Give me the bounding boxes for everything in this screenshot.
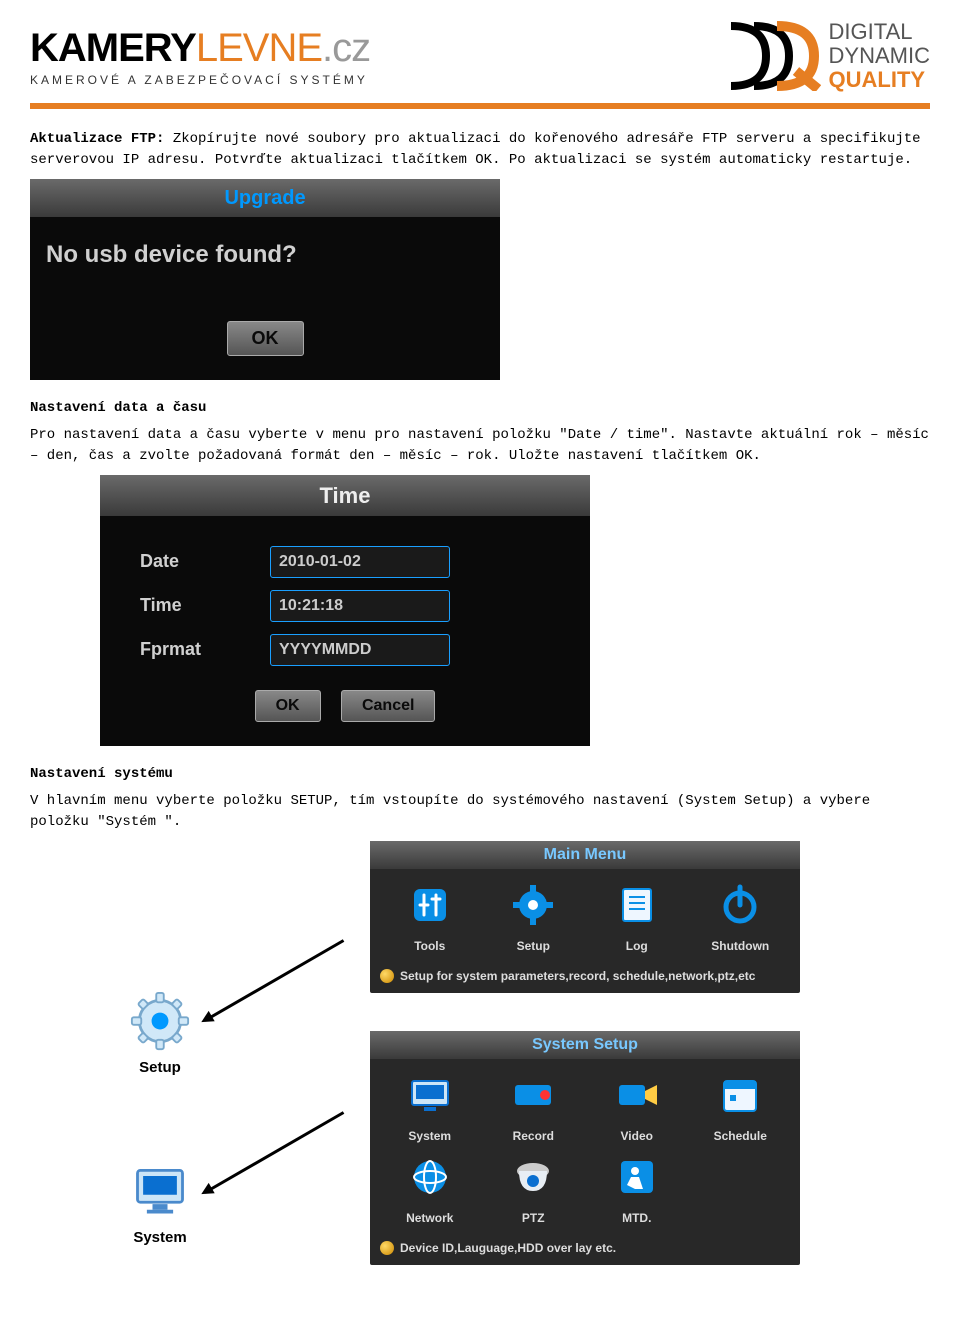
date-label: Date: [140, 548, 270, 575]
upgrade-title: Upgrade: [224, 187, 305, 209]
ddq-logo: DIGITAL DYNAMIC QUALITY: [726, 20, 930, 93]
video-icon: [613, 1071, 661, 1119]
arrow-to-setup: [204, 939, 344, 1022]
ftp-body: Zkopírujte nové soubory pro aktualizaci …: [30, 131, 921, 168]
system-setup-item-record[interactable]: Record: [493, 1071, 573, 1145]
tools-icon: [406, 881, 454, 929]
network-icon: [406, 1153, 454, 1201]
external-setup-label: Setup: [130, 1057, 190, 1080]
system-setup-item-ptz[interactable]: PTZ: [493, 1153, 573, 1227]
main-menu-item-setup[interactable]: Setup: [493, 881, 573, 955]
time-section-title: Nastavení data a času: [30, 398, 930, 419]
logo-subtitle: KAMEROVÉ A ZABEZPEČOVACÍ SYSTÉMY: [30, 73, 370, 87]
log-icon: [613, 881, 661, 929]
upgrade-dialog: Upgrade No usb device found? OK: [30, 179, 500, 380]
upgrade-ok-button[interactable]: OK: [227, 321, 304, 356]
date-input[interactable]: 2010-01-02: [270, 546, 450, 578]
gear-icon: [130, 991, 190, 1051]
system-setup-title: System Setup: [370, 1031, 800, 1059]
system-section-body: V hlavním menu vyberte položku SETUP, tí…: [30, 791, 930, 833]
monitor-icon: [406, 1071, 454, 1119]
time-dialog-screenshot: Time Date 2010-01-02 Time 10:21:18 Fprma…: [100, 475, 930, 746]
calendar-icon: [716, 1071, 764, 1119]
system-setup-item-schedule[interactable]: Schedule: [700, 1071, 780, 1145]
document-content: Aktualizace FTP: Zkopírujte nové soubory…: [0, 129, 960, 1261]
info-dot-icon: [380, 969, 394, 983]
kamerylevne-logo: KAMERYLEVNE.cz KAMEROVÉ A ZABEZPEČOVACÍ …: [30, 26, 370, 87]
motion-icon: [613, 1153, 661, 1201]
ddq-icon: [726, 21, 821, 91]
external-system-label: System: [130, 1227, 190, 1250]
logo-word-2: LEVNE: [196, 26, 322, 70]
monitor-icon: [130, 1161, 190, 1221]
main-menu-panel: Main Menu Tools Setup Log Shutdown: [370, 841, 800, 993]
ddq-line-2: DYNAMIC: [829, 44, 930, 68]
upgrade-message: No usb device found?: [46, 237, 484, 273]
time-dialog-title: Time: [100, 475, 590, 516]
ddq-line-1: DIGITAL: [829, 20, 930, 44]
system-setup-panel: System Setup System Record Video Schedul…: [370, 1031, 800, 1265]
main-menu-item-shutdown[interactable]: Shutdown: [700, 881, 780, 955]
ddq-line-3: QUALITY: [829, 68, 930, 92]
system-setup-item-network[interactable]: Network: [390, 1153, 470, 1227]
power-icon: [716, 881, 764, 929]
main-menu-item-log[interactable]: Log: [597, 881, 677, 955]
system-setup-item-mtd[interactable]: MTD.: [597, 1153, 677, 1227]
menu-screenshot-group: Setup System Main Menu Tools: [130, 841, 830, 1231]
ftp-title: Aktualizace FTP:: [30, 131, 164, 147]
info-dot-icon: [380, 1241, 394, 1255]
system-setup-footer: Device ID,Lauguage,HDD over lay etc.: [370, 1235, 800, 1265]
time-input[interactable]: 10:21:18: [270, 590, 450, 622]
time-label: Time: [140, 592, 270, 619]
arrow-to-system: [204, 1111, 344, 1194]
page-header: KAMERYLEVNE.cz KAMEROVÉ A ZABEZPEČOVACÍ …: [0, 0, 960, 103]
system-setup-item-video[interactable]: Video: [597, 1071, 677, 1145]
main-menu-item-tools[interactable]: Tools: [390, 881, 470, 955]
main-menu-title: Main Menu: [370, 841, 800, 869]
time-ok-button[interactable]: OK: [255, 690, 321, 722]
time-section-body: Pro nastavení data a času vyberte v menu…: [30, 425, 930, 467]
divider-bar: [30, 103, 930, 109]
format-input[interactable]: YYYYMMDD: [270, 634, 450, 666]
time-dialog: Time Date 2010-01-02 Time 10:21:18 Fprma…: [100, 475, 590, 746]
format-label: Fprmat: [140, 636, 270, 663]
external-setup-icon: Setup: [130, 991, 190, 1080]
upgrade-dialog-screenshot: Upgrade No usb device found? OK: [30, 179, 930, 380]
logo-cz: .cz: [322, 26, 370, 70]
record-icon: [509, 1071, 557, 1119]
ftp-paragraph: Aktualizace FTP: Zkopírujte nové soubory…: [30, 129, 930, 171]
system-setup-item-system[interactable]: System: [390, 1071, 470, 1145]
external-system-icon: System: [130, 1161, 190, 1250]
time-cancel-button[interactable]: Cancel: [341, 690, 435, 722]
system-section-title: Nastavení systému: [30, 764, 930, 785]
ptz-icon: [509, 1153, 557, 1201]
main-menu-footer: Setup for system parameters,record, sche…: [370, 963, 800, 993]
logo-word-1: KAMERY: [30, 26, 196, 70]
gear-icon: [509, 881, 557, 929]
